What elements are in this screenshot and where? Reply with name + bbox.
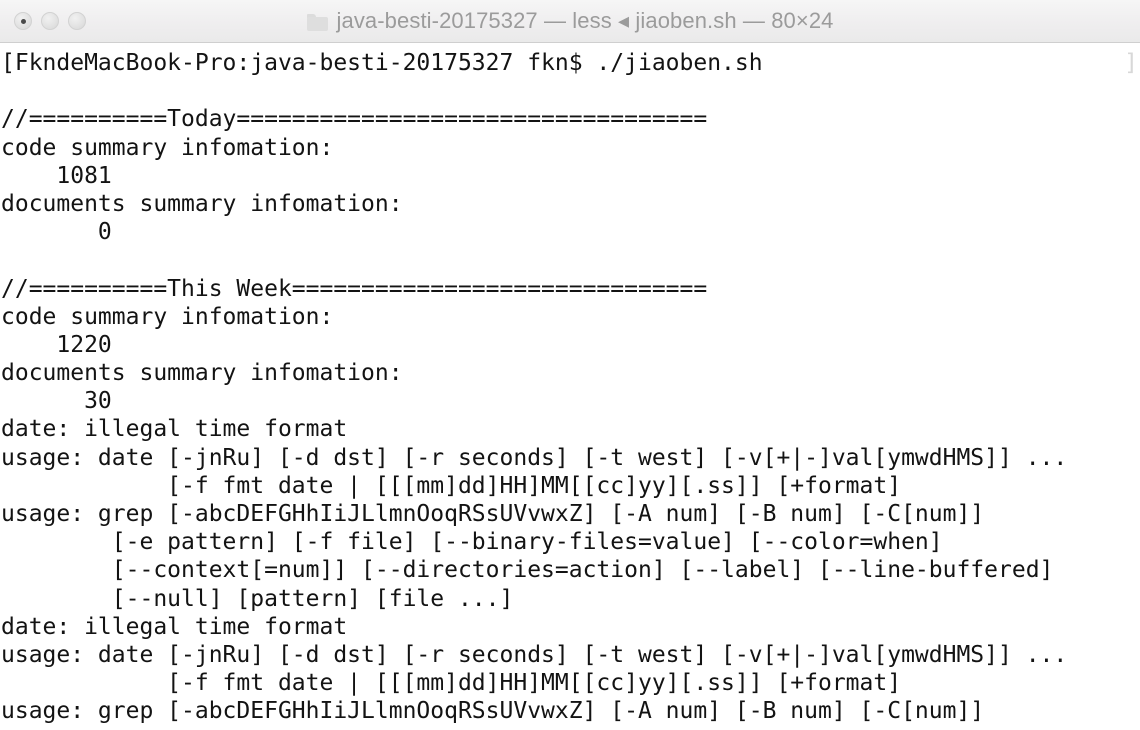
close-button[interactable] [14,12,32,30]
terminal-line: [-f fmt date | [[[mm]dd]HH]MM[[cc]yy][.s… [1,472,902,499]
terminal-line: code summary infomation: [1,303,334,330]
terminal-line: documents summary infomation: [1,360,403,387]
terminal-line: documents summary infomation: [1,190,403,217]
minimize-button[interactable] [41,12,59,30]
terminal-line: usage: grep [-abcDEFGHhIiJLlmnOoqRSsUVvw… [1,698,985,725]
terminal-line: 30 [1,388,112,415]
terminal-line: [--null] [pattern] [file ...] [1,585,514,612]
terminal-line: date: illegal time format [1,613,348,640]
terminal-line: //==========Today=======================… [1,106,708,133]
terminal-line: code summary infomation: [1,134,334,161]
window-title-group: java-besti-20175327 — less ◂ jiaoben.sh … [0,8,1140,34]
folder-icon [306,13,328,31]
terminal-line: [-e pattern] [-f file] [--binary-files=v… [1,529,943,556]
terminal-line: [FkndeMacBook-Pro:java-besti-20175327 fk… [1,50,763,76]
terminal-window: java-besti-20175327 — less ◂ jiaoben.sh … [0,0,1140,730]
terminal-line: [--context[=num]] [--directories=action]… [1,557,1054,584]
terminal-output-area[interactable]: [FkndeMacBook-Pro:java-besti-20175327 fk… [0,43,1140,730]
terminal-line: 1081 [1,162,112,189]
terminal-line: usage: grep [-abcDEFGHhIiJLlmnOoqRSsUVvw… [1,501,985,527]
terminal-line: 1220 [1,331,112,358]
window-title: java-besti-20175327 — less ◂ jiaoben.sh … [336,8,834,33]
terminal-line: usage: date [-jnRu] [-d dst] [-r seconds… [1,444,1068,471]
terminal-screen: [FkndeMacBook-Pro:java-besti-20175327 fk… [0,49,1140,726]
terminal-line: date: illegal time format [1,416,348,443]
folder-icon-body [306,16,328,31]
terminal-line: usage: date [-jnRu] [-d dst] [-r seconds… [1,641,1068,668]
terminal-line: 0 [1,219,112,246]
close-button-dot [20,18,26,24]
traffic-light-group [14,0,86,42]
terminal-line: //==========This Week===================… [1,275,708,302]
window-titlebar[interactable]: java-besti-20175327 — less ◂ jiaoben.sh … [0,0,1140,43]
terminal-line: [-f fmt date | [[[mm]dd]HH]MM[[cc]yy][.s… [1,670,902,697]
terminal-right-bracket-artifact: ] [1124,50,1138,76]
zoom-button[interactable] [68,12,86,30]
